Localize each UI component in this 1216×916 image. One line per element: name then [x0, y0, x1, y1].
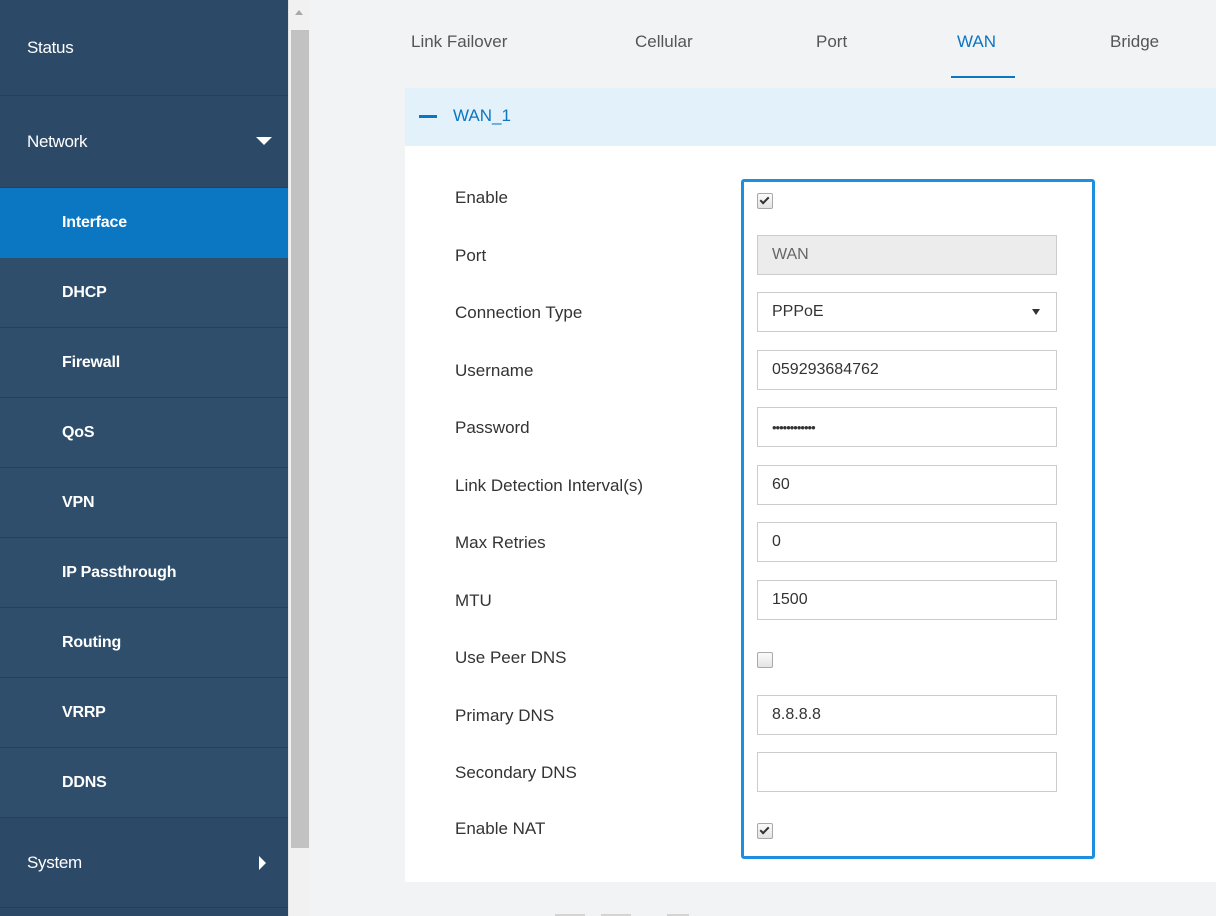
connection-type-label: Connection Type: [455, 303, 583, 322]
sidebar-item-label: Status: [27, 37, 74, 57]
max-retries-label: Max Retries: [455, 533, 546, 552]
mtu-label: MTU: [455, 591, 492, 610]
primary-dns-value: 8.8.8.8: [772, 706, 821, 723]
scrollbar-thumb[interactable]: [291, 30, 309, 848]
enable-nat-checkbox[interactable]: [757, 823, 773, 839]
sidebar-item-label: Firewall: [62, 353, 120, 371]
wan-settings-panel: Enable Port WAN Connection Type PPPoE Us…: [405, 146, 1216, 882]
sidebar-item-label: VRRP: [62, 703, 106, 721]
sidebar-item-system[interactable]: System: [0, 818, 288, 908]
sidebar-item-label: IP Passthrough: [62, 563, 177, 581]
sidebar-scrollbar[interactable]: [288, 0, 310, 916]
sidebar-item-label: QoS: [62, 423, 95, 441]
max-retries-value: 0: [772, 533, 781, 550]
checkmark-icon: [759, 194, 770, 205]
tab-link-failover[interactable]: Link Failover: [411, 32, 507, 52]
password-input[interactable]: ••••••••••••: [757, 407, 1057, 447]
max-retries-input[interactable]: 0: [757, 522, 1057, 562]
connection-type-select[interactable]: PPPoE: [757, 292, 1057, 332]
enable-label: Enable: [455, 188, 508, 207]
enable-checkbox[interactable]: [757, 193, 773, 209]
section-header-wan1[interactable]: WAN_1: [405, 88, 1216, 146]
tab-wan[interactable]: WAN: [957, 32, 996, 52]
sidebar-item-routing[interactable]: Routing: [0, 608, 288, 678]
sidebar-item-interface[interactable]: Interface: [0, 188, 288, 258]
sidebar-item-label: VPN: [62, 493, 95, 511]
sidebar-item-ip-passthrough[interactable]: IP Passthrough: [0, 538, 288, 608]
link-detection-interval-value: 60: [772, 476, 790, 493]
password-value: ••••••••••••: [772, 419, 816, 435]
scroll-up-arrow-icon[interactable]: [295, 10, 303, 15]
sidebar-item-label: Routing: [62, 633, 122, 651]
primary-dns-label: Primary DNS: [455, 706, 555, 725]
caret-down-icon: [256, 136, 272, 145]
link-detection-interval-label: Link Detection Interval(s): [455, 476, 644, 495]
username-label: Username: [455, 361, 534, 380]
sidebar-item-firewall[interactable]: Firewall: [0, 328, 288, 398]
sidebar-item-label: System: [27, 852, 82, 872]
port-label: Port: [455, 246, 487, 265]
username-input[interactable]: 059293684762: [757, 350, 1057, 390]
sidebar-item-label: Interface: [62, 213, 127, 231]
tab-bar: Link Failover Cellular Port WAN Bridge: [311, 0, 1216, 86]
password-label: Password: [455, 418, 530, 437]
secondary-dns-label: Secondary DNS: [455, 763, 577, 782]
checkmark-icon: [759, 824, 770, 835]
sidebar-item-label: DHCP: [62, 283, 107, 301]
active-tab-indicator: [951, 76, 1015, 78]
main-content: Link Failover Cellular Port WAN Bridge W…: [311, 0, 1216, 916]
mtu-input[interactable]: 1500: [757, 580, 1057, 620]
sidebar-item-vrrp[interactable]: VRRP: [0, 678, 288, 748]
link-detection-interval-input[interactable]: 60: [757, 465, 1057, 505]
port-value: WAN: [772, 246, 809, 263]
tab-bridge[interactable]: Bridge: [1110, 32, 1159, 52]
section-title: WAN_1: [453, 106, 511, 125]
mtu-value: 1500: [772, 591, 808, 608]
dropdown-arrow-icon: [1032, 309, 1040, 315]
sidebar-item-qos[interactable]: QoS: [0, 398, 288, 468]
connection-type-value: PPPoE: [772, 303, 824, 320]
use-peer-dns-label: Use Peer DNS: [455, 648, 567, 667]
enable-nat-label: Enable NAT: [455, 819, 546, 838]
username-value: 059293684762: [772, 361, 879, 378]
sidebar-item-ddns[interactable]: DDNS: [0, 748, 288, 818]
sidebar-item-status[interactable]: Status: [0, 0, 288, 96]
sidebar-item-vpn[interactable]: VPN: [0, 468, 288, 538]
minus-icon[interactable]: [419, 115, 437, 118]
caret-right-icon: [259, 855, 266, 870]
sidebar-item-label: DDNS: [62, 773, 107, 791]
sidebar-item-dhcp[interactable]: DHCP: [0, 258, 288, 328]
tab-port[interactable]: Port: [816, 32, 847, 52]
tab-cellular[interactable]: Cellular: [635, 32, 693, 52]
secondary-dns-input[interactable]: [757, 752, 1057, 792]
sidebar-item-label: Network: [27, 131, 88, 151]
use-peer-dns-checkbox[interactable]: [757, 652, 773, 668]
sidebar-item-network[interactable]: Network: [0, 96, 288, 188]
sidebar: Status Network Interface DHCP Firewall Q…: [0, 0, 288, 916]
port-field: WAN: [757, 235, 1057, 275]
bottom-action-bar: [405, 882, 1216, 916]
primary-dns-input[interactable]: 8.8.8.8: [757, 695, 1057, 735]
